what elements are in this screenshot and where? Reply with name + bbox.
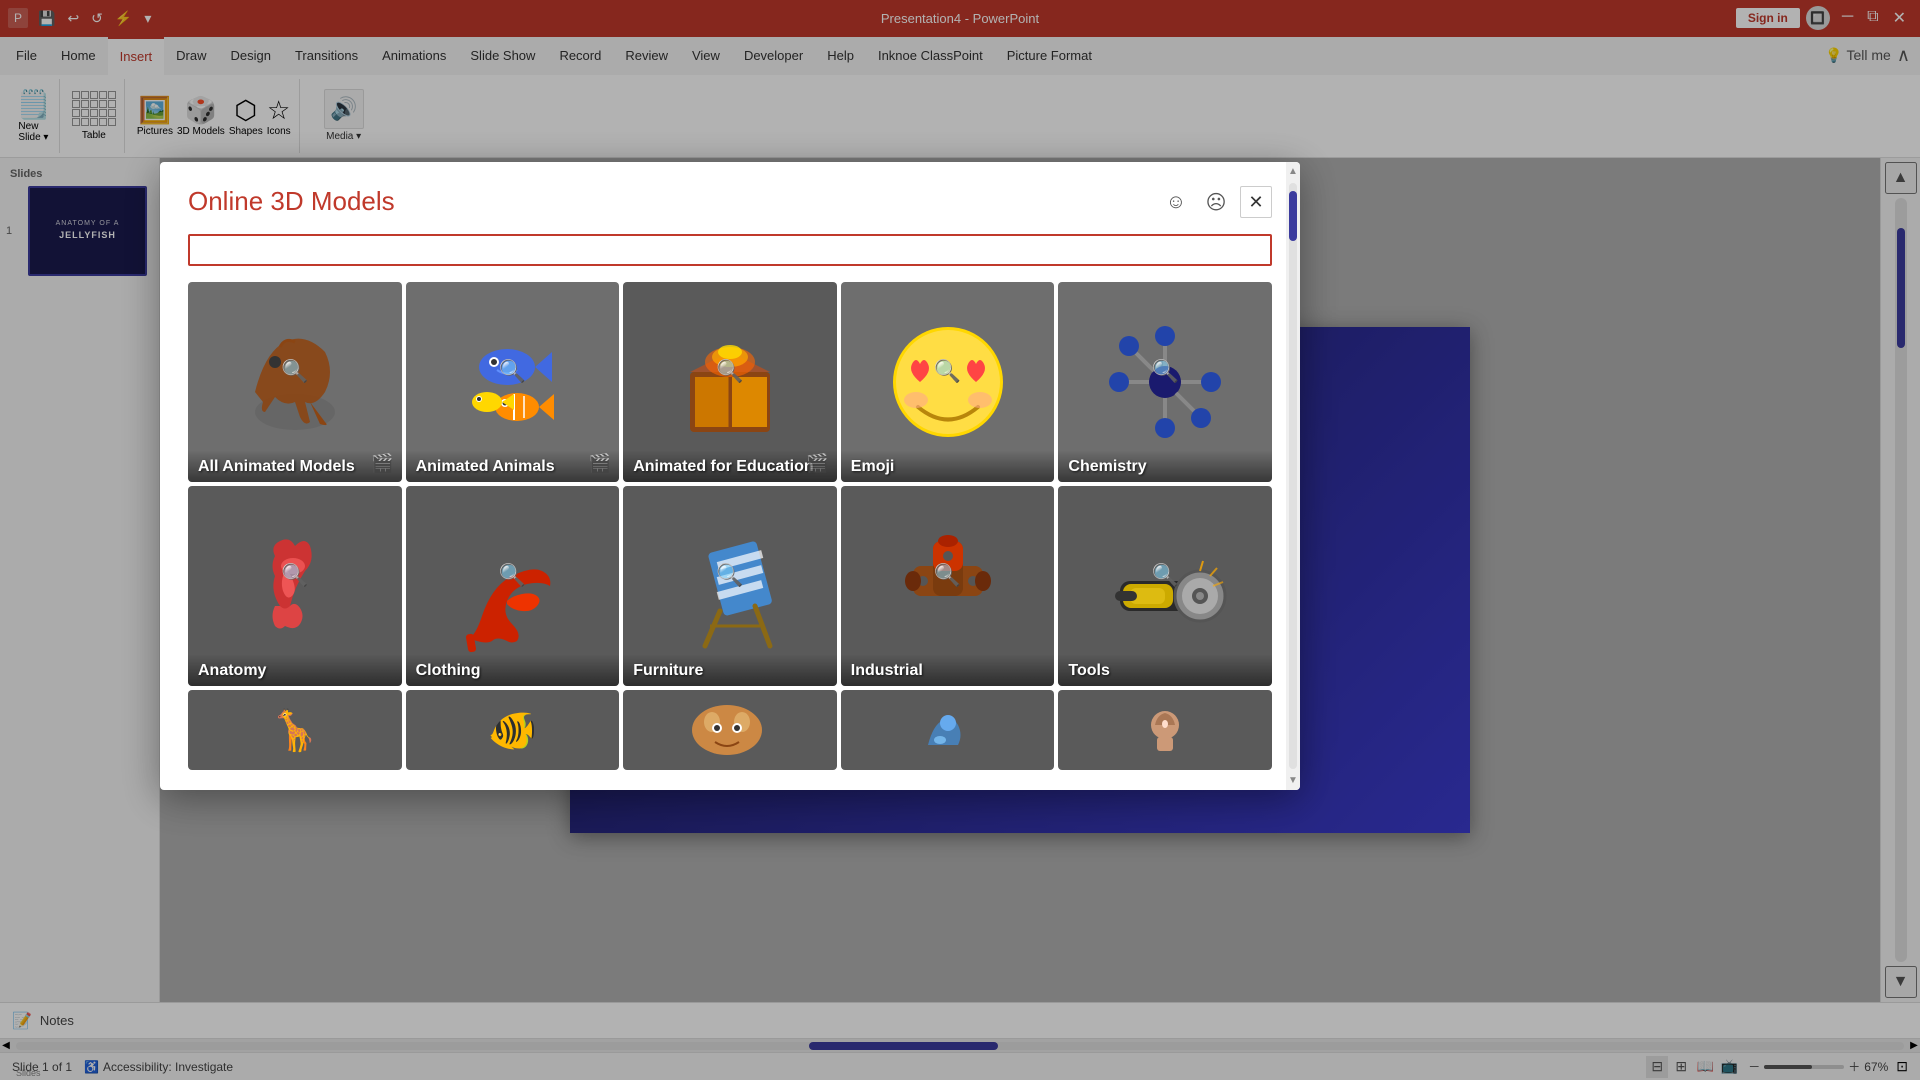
category-furniture[interactable]: Furniture 🔍 (623, 486, 837, 686)
categories-grid-row1: All Animated Models 🔍 🎬 (188, 282, 1272, 482)
category-partial-1[interactable]: 🦒 (188, 690, 402, 770)
modal-scroll-track[interactable] (1289, 183, 1297, 769)
category-chemistry-label: Chemistry (1068, 458, 1146, 476)
category-industrial[interactable]: Industrial 🔍 (841, 486, 1055, 686)
category-animated-animals-search-icon: 🔍 (499, 359, 526, 385)
category-furniture-overlay: Furniture (623, 654, 837, 686)
category-all-animated-anim-icon: 🎬 (371, 453, 393, 474)
category-industrial-label: Industrial (851, 662, 923, 680)
category-clothing-overlay: Clothing (406, 654, 620, 686)
category-partial-4[interactable] (841, 690, 1055, 770)
category-all-animated-overlay: All Animated Models (188, 450, 402, 482)
category-partial-3[interactable] (623, 690, 837, 770)
modal-scrollbar: ▲ ▼ (1286, 162, 1300, 790)
category-animated-education-label: Animated for Education (633, 458, 813, 476)
category-animated-education-search-icon: 🔍 (716, 359, 743, 385)
category-partial-5[interactable] (1058, 690, 1272, 770)
category-anatomy-overlay: Anatomy (188, 654, 402, 686)
category-chemistry-overlay: Chemistry (1058, 450, 1272, 482)
category-anatomy-search-icon: 🔍 (281, 563, 308, 589)
category-industrial-search-icon: 🔍 (934, 563, 961, 589)
category-tools-overlay: Tools (1058, 654, 1272, 686)
category-partial-4-image (841, 690, 1055, 770)
category-animated-education-overlay: Animated for Education (623, 450, 837, 482)
category-chemistry-search-icon: 🔍 (1151, 359, 1178, 385)
category-animated-education-anim-icon: 🎬 (806, 453, 828, 474)
category-anatomy[interactable]: Anatomy 🔍 (188, 486, 402, 686)
category-partial-2-image: 🐠 (406, 690, 620, 770)
category-emoji-overlay: Emoji (841, 450, 1055, 482)
categories-grid-row2: Anatomy 🔍 (188, 486, 1272, 686)
category-all-animated-label: All Animated Models (198, 458, 355, 476)
category-furniture-label: Furniture (633, 662, 703, 680)
category-clothing-search-icon: 🔍 (499, 563, 526, 589)
feedback-sad-button[interactable]: ☹ (1200, 186, 1232, 218)
category-industrial-overlay: Industrial (841, 654, 1055, 686)
category-chemistry[interactable]: Chemistry 🔍 (1058, 282, 1272, 482)
category-all-animated[interactable]: All Animated Models 🔍 🎬 (188, 282, 402, 482)
category-furniture-search-icon: 🔍 (716, 563, 743, 589)
modal-container: Online 3D Models ☺ ☹ ✕ (0, 0, 1920, 1080)
modal-header-actions: ☺ ☹ ✕ (1160, 186, 1272, 218)
modal-scroll-down[interactable]: ▼ (1284, 771, 1300, 790)
modal-scroll-up[interactable]: ▲ (1284, 162, 1300, 181)
category-emoji-label: Emoji (851, 458, 895, 476)
modal-close-button[interactable]: ✕ (1240, 186, 1272, 218)
modal-header: Online 3D Models ☺ ☹ ✕ (160, 162, 1300, 234)
category-tools-label: Tools (1068, 662, 1109, 680)
categories-grid-row3: 🦒 🐠 (188, 690, 1272, 770)
modal-title: Online 3D Models (188, 186, 395, 217)
category-anatomy-label: Anatomy (198, 662, 266, 680)
category-animated-animals-overlay: Animated Animals (406, 450, 620, 482)
category-clothing-label: Clothing (416, 662, 481, 680)
category-animated-animals-anim-icon: 🎬 (589, 453, 611, 474)
search-input[interactable] (188, 234, 1272, 266)
category-clothing[interactable]: Clothing 🔍 (406, 486, 620, 686)
modal-scroll-thumb (1289, 191, 1297, 241)
category-partial-5-image (1058, 690, 1272, 770)
category-all-animated-search-icon: 🔍 (281, 359, 308, 385)
category-tools[interactable]: Tools 🔍 (1058, 486, 1272, 686)
category-emoji[interactable]: Emoji 🔍 (841, 282, 1055, 482)
modal-body: All Animated Models 🔍 🎬 (160, 282, 1300, 790)
category-animated-animals[interactable]: Animated Animals 🔍 🎬 (406, 282, 620, 482)
category-tools-search-icon: 🔍 (1151, 563, 1178, 589)
online-3d-models-dialog: Online 3D Models ☺ ☹ ✕ (160, 162, 1300, 790)
feedback-happy-button[interactable]: ☺ (1160, 186, 1192, 218)
category-animated-education[interactable]: Animated for Education 🔍 🎬 (623, 282, 837, 482)
category-partial-2[interactable]: 🐠 (406, 690, 620, 770)
category-partial-1-image: 🦒 (188, 690, 402, 770)
category-emoji-search-icon: 🔍 (934, 359, 961, 385)
category-animated-animals-label: Animated Animals (416, 458, 555, 476)
